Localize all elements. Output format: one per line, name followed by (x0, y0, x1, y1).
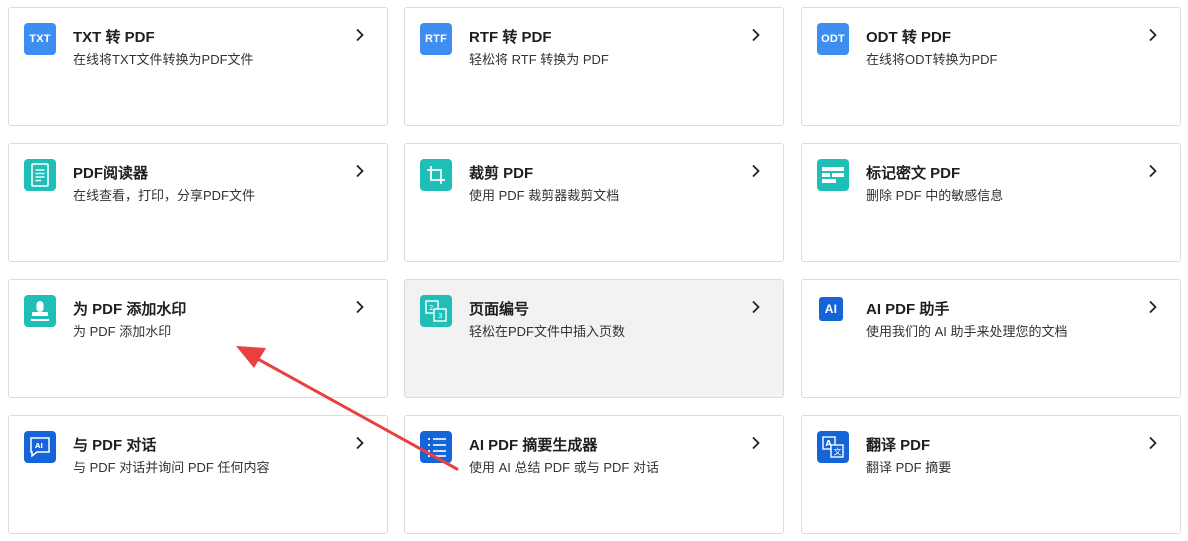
card-title: ODT 转 PDF (866, 29, 951, 46)
card-description: 在线查看，打印，分享PDF文件 (73, 188, 256, 203)
card-title: 与 PDF 对话 (73, 437, 157, 454)
ai-icon: AI (819, 297, 843, 321)
card-description: 轻松将 RTF 转换为 PDF (469, 52, 609, 67)
card-description: 使用我们的 AI 助手来处理您的文档 (866, 324, 1068, 339)
card-chat-with-pdf[interactable]: AI 与 PDF 对话 与 PDF 对话并询问 PDF 任何内容 (8, 415, 388, 534)
card-title: TXT 转 PDF (73, 29, 155, 46)
document-icon (24, 159, 56, 191)
card-rtf-to-pdf[interactable]: RTF RTF 转 PDF 轻松将 RTF 转换为 PDF (404, 7, 784, 126)
svg-text:文: 文 (834, 447, 842, 457)
svg-text:A: A (826, 439, 833, 448)
chevron-right-icon (1149, 164, 1157, 178)
chevron-right-icon (752, 300, 760, 314)
chat-ai-icon: AI (24, 431, 56, 463)
card-redact-pdf[interactable]: 标记密文 PDF 删除 PDF 中的敏感信息 (801, 143, 1181, 262)
crop-icon (420, 159, 452, 191)
card-pdf-reader[interactable]: PDF阅读器 在线查看，打印，分享PDF文件 (8, 143, 388, 262)
svg-text:AI: AI (35, 442, 43, 450)
card-description: 使用 AI 总结 PDF 或与 PDF 对话 (469, 460, 659, 475)
redact-icon (817, 159, 849, 191)
card-crop-pdf[interactable]: 裁剪 PDF 使用 PDF 裁剪器裁剪文档 (404, 143, 784, 262)
card-page-numbers[interactable]: 23 页面编号 轻松在PDF文件中插入页数 (404, 279, 784, 398)
card-description: 使用 PDF 裁剪器裁剪文档 (469, 188, 620, 203)
card-ai-summary-generator[interactable]: AI PDF 摘要生成器 使用 AI 总结 PDF 或与 PDF 对话 (404, 415, 784, 534)
card-title: 裁剪 PDF (469, 165, 534, 182)
chevron-right-icon (356, 436, 364, 450)
page-number-icon: 23 (420, 295, 452, 327)
chevron-right-icon (1149, 28, 1157, 42)
card-title: 为 PDF 添加水印 (73, 301, 187, 318)
chevron-right-icon (1149, 300, 1157, 314)
translate-icon: A文 (817, 431, 849, 463)
card-translate-pdf[interactable]: A文 翻译 PDF 翻译 PDF 摘要 (801, 415, 1181, 534)
card-title: PDF阅读器 (73, 165, 149, 182)
card-title: 翻译 PDF (866, 437, 931, 454)
card-description: 翻译 PDF 摘要 (866, 460, 952, 475)
card-title: RTF 转 PDF (469, 29, 552, 46)
svg-text:2: 2 (429, 304, 433, 312)
chevron-right-icon (356, 300, 364, 314)
tool-grid: TXT TXT 转 PDF 在线将TXT文件转换为PDF文件 RTF RTF 转… (0, 0, 1188, 541)
chevron-right-icon (752, 436, 760, 450)
card-title: AI PDF 摘要生成器 (469, 437, 598, 454)
chevron-right-icon (356, 28, 364, 42)
card-description: 删除 PDF 中的敏感信息 (866, 188, 1004, 203)
rtf-icon: RTF (420, 23, 452, 55)
card-description: 在线将TXT文件转换为PDF文件 (73, 52, 254, 67)
chevron-right-icon (752, 28, 760, 42)
chevron-right-icon (752, 164, 760, 178)
card-description: 为 PDF 添加水印 (73, 324, 172, 339)
card-odt-to-pdf[interactable]: ODT ODT 转 PDF 在线将ODT转换为PDF (801, 7, 1181, 126)
card-title: AI PDF 助手 (866, 301, 950, 318)
card-title: 标记密文 PDF (866, 165, 961, 182)
stamp-icon (24, 295, 56, 327)
card-description: 轻松在PDF文件中插入页数 (469, 324, 626, 339)
list-icon (420, 431, 452, 463)
card-ai-pdf-assistant[interactable]: AI AI PDF 助手 使用我们的 AI 助手来处理您的文档 (801, 279, 1181, 398)
card-title: 页面编号 (469, 301, 530, 318)
card-description: 在线将ODT转换为PDF (866, 52, 998, 67)
svg-text:3: 3 (438, 312, 442, 320)
card-add-watermark[interactable]: 为 PDF 添加水印 为 PDF 添加水印 (8, 279, 388, 398)
txt-icon: TXT (24, 23, 56, 55)
card-description: 与 PDF 对话并询问 PDF 任何内容 (73, 460, 270, 475)
card-txt-to-pdf[interactable]: TXT TXT 转 PDF 在线将TXT文件转换为PDF文件 (8, 7, 388, 126)
chevron-right-icon (356, 164, 364, 178)
chevron-right-icon (1149, 436, 1157, 450)
odt-icon: ODT (817, 23, 849, 55)
